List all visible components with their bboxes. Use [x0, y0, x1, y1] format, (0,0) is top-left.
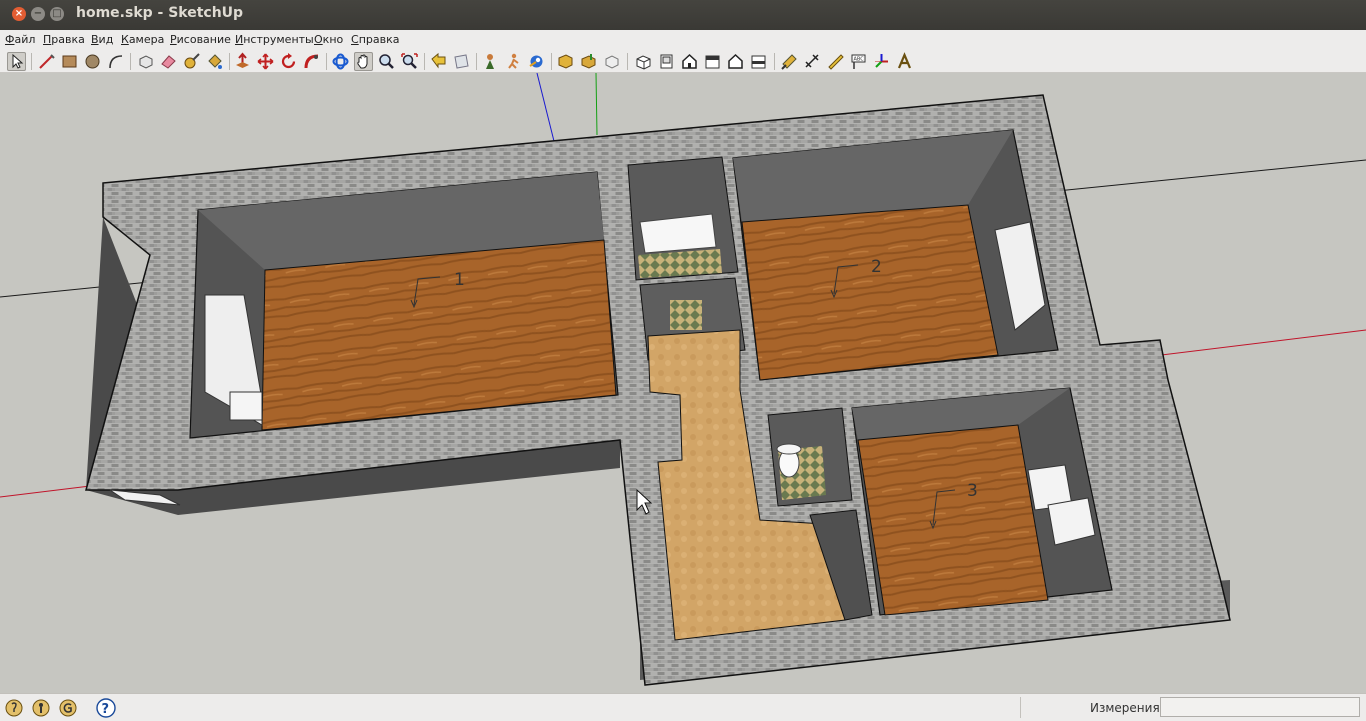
- close-window-button[interactable]: ×: [12, 7, 26, 21]
- room-label-2: 2: [871, 257, 882, 277]
- eraser-icon[interactable]: [159, 52, 178, 71]
- section-plane-icon[interactable]: [780, 52, 799, 71]
- menu-camera[interactable]: Камера: [121, 33, 164, 46]
- front-view-icon[interactable]: [680, 52, 699, 71]
- menu-tools[interactable]: Инструменты: [235, 33, 314, 46]
- maximize-window-button[interactable]: □: [50, 7, 64, 21]
- 3d-text-icon[interactable]: [895, 52, 914, 71]
- make-component-icon[interactable]: [136, 52, 155, 71]
- walk-icon[interactable]: [504, 52, 523, 71]
- position-camera-icon[interactable]: [481, 52, 500, 71]
- menu-window[interactable]: Окно: [314, 33, 343, 46]
- iso-view-icon[interactable]: [634, 52, 653, 71]
- axes-icon[interactable]: [872, 52, 891, 71]
- window-title: home.skp - SketchUp: [76, 5, 244, 21]
- top-view-icon[interactable]: [657, 52, 676, 71]
- measurements-label: Измерения: [1090, 701, 1160, 715]
- help-icon[interactable]: ?: [96, 698, 116, 718]
- measurements-input[interactable]: [1160, 697, 1360, 717]
- push-pull-icon[interactable]: [233, 52, 252, 71]
- previous-view-icon[interactable]: [429, 52, 448, 71]
- main-toolbar: ABC: [0, 50, 1366, 73]
- paint-bucket-icon[interactable]: [205, 52, 224, 71]
- dimension-icon[interactable]: [803, 52, 822, 71]
- orbit-icon[interactable]: [331, 52, 350, 71]
- next-view-icon[interactable]: [452, 52, 471, 71]
- user-icon[interactable]: [31, 698, 51, 718]
- menu-draw[interactable]: Рисование: [170, 33, 231, 46]
- room-label-1: 1: [454, 270, 465, 290]
- zoom-extents-icon[interactable]: [400, 52, 419, 71]
- svg-text:?: ?: [102, 702, 110, 717]
- share-component-icon[interactable]: [602, 52, 621, 71]
- window-titlebar: × − □ home.skp - SketchUp: [0, 0, 1366, 30]
- menu-view[interactable]: Вид: [91, 33, 113, 46]
- lightbulb-icon[interactable]: [4, 698, 24, 718]
- status-bar: ? Измерения: [0, 693, 1366, 721]
- move-icon[interactable]: [256, 52, 275, 71]
- protractor-icon[interactable]: [826, 52, 845, 71]
- menu-file[interactable]: Файл: [5, 33, 35, 46]
- georeference-icon[interactable]: [58, 698, 78, 718]
- share-model-icon[interactable]: [579, 52, 598, 71]
- text-icon[interactable]: ABC: [849, 52, 868, 71]
- rotate-icon[interactable]: [279, 52, 298, 71]
- menu-help[interactable]: Справка: [351, 33, 399, 46]
- pan-icon[interactable]: [354, 52, 373, 71]
- back-view-icon[interactable]: [726, 52, 745, 71]
- arc-icon[interactable]: [106, 52, 125, 71]
- circle-icon[interactable]: [83, 52, 102, 71]
- look-around-icon[interactable]: [527, 52, 546, 71]
- select-icon[interactable]: [7, 52, 26, 71]
- zoom-icon[interactable]: [377, 52, 396, 71]
- get-models-icon[interactable]: [556, 52, 575, 71]
- room-label-3: 3: [967, 481, 978, 501]
- svg-text:ABC: ABC: [854, 57, 865, 63]
- menu-bar: Файл Правка Вид Камера Рисование Инструм…: [0, 30, 1366, 50]
- right-view-icon[interactable]: [703, 52, 722, 71]
- menu-edit[interactable]: Правка: [43, 33, 85, 46]
- model-viewport[interactable]: 1 2 3: [0, 73, 1366, 693]
- line-icon[interactable]: [37, 52, 56, 71]
- left-view-icon[interactable]: [749, 52, 768, 71]
- follow-me-icon[interactable]: [302, 52, 321, 71]
- tape-measure-icon[interactable]: [182, 52, 201, 71]
- minimize-window-button[interactable]: −: [31, 7, 45, 21]
- rectangle-icon[interactable]: [60, 52, 79, 71]
